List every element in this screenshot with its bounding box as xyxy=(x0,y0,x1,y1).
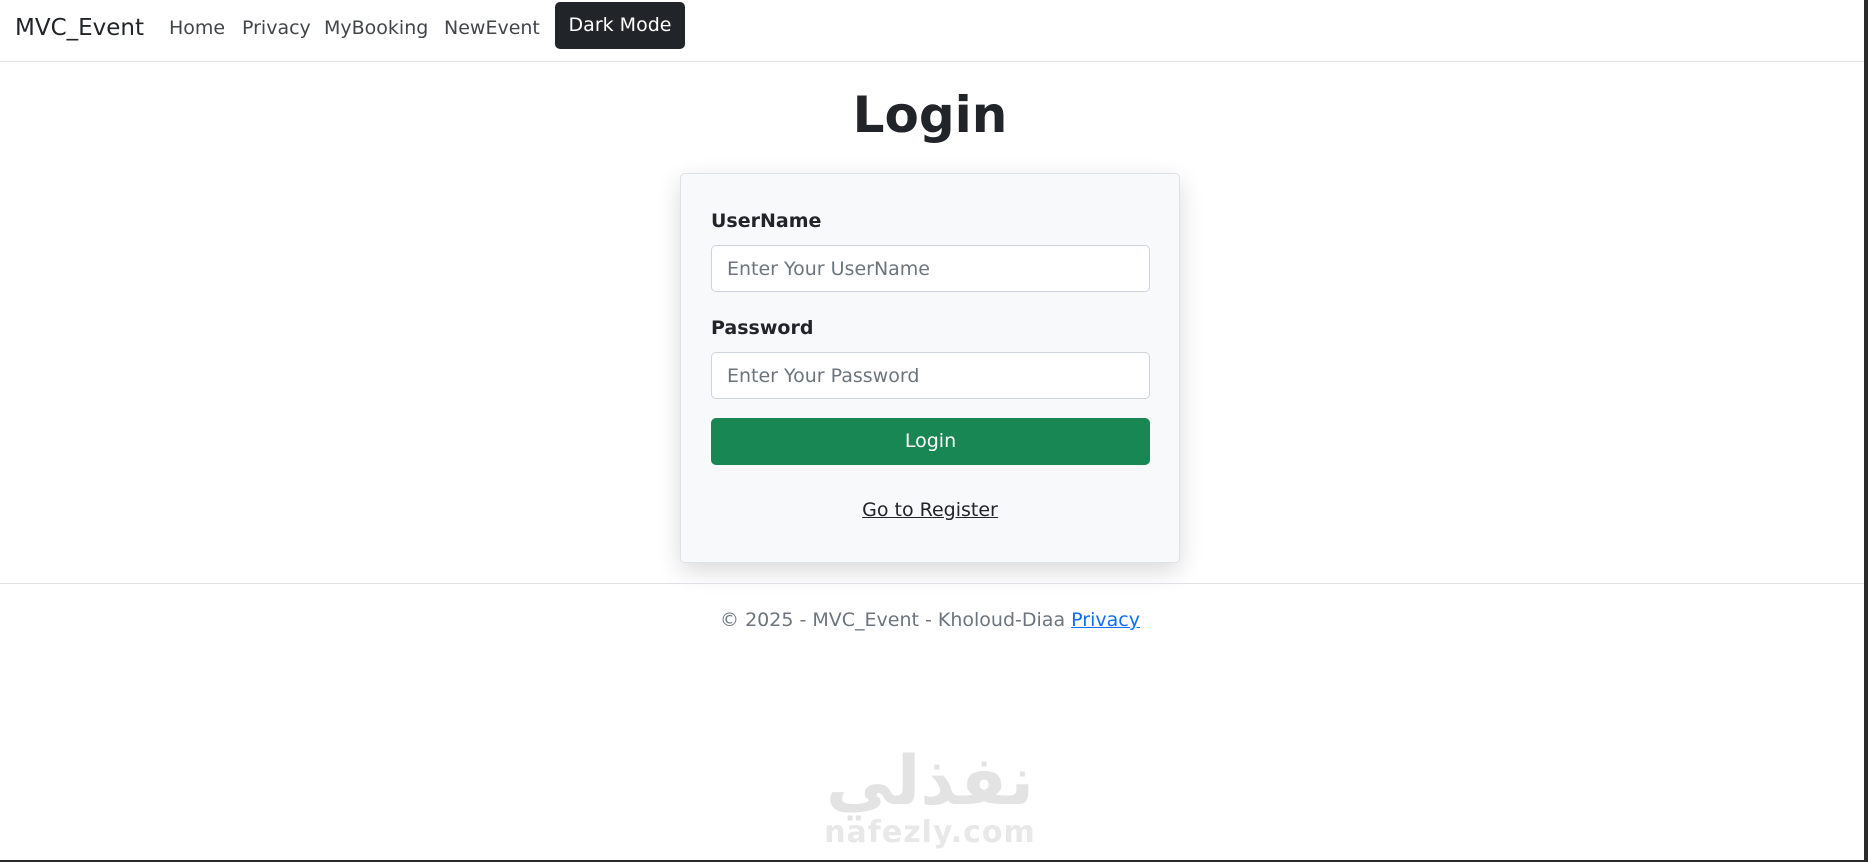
top-navbar: MVC_Event Home Privacy MyBooking NewEven… xyxy=(0,0,1864,62)
page-footer: © 2025 - MVC_Event - Kholoud-Diaa Privac… xyxy=(0,583,1864,643)
footer-text-line: © 2025 - MVC_Event - Kholoud-Diaa Privac… xyxy=(0,607,1860,633)
username-label: UserName xyxy=(711,210,822,232)
login-card: UserName Password Login Go to Register xyxy=(680,173,1180,563)
password-label: Password xyxy=(711,317,814,339)
nav-link-privacy[interactable]: Privacy xyxy=(242,15,311,41)
dark-mode-button[interactable]: Dark Mode xyxy=(555,2,685,49)
browser-viewport: MVC_Event Home Privacy MyBooking NewEven… xyxy=(0,0,1864,860)
nav-link-newevent[interactable]: NewEvent xyxy=(444,15,540,41)
nav-link-mybooking[interactable]: MyBooking xyxy=(324,15,428,41)
watermark-latin-text: nafezly.com xyxy=(824,815,1036,850)
username-input[interactable] xyxy=(711,245,1150,292)
footer-copyright: © 2025 - MVC_Event - Kholoud-Diaa xyxy=(720,609,1066,631)
login-button[interactable]: Login xyxy=(711,418,1150,465)
password-input[interactable] xyxy=(711,352,1150,399)
page-title: Login xyxy=(852,86,1008,144)
window-edge-right xyxy=(1864,0,1868,862)
watermark-arabic-text: نفذلي xyxy=(825,742,1035,821)
brand-link[interactable]: MVC_Event xyxy=(15,13,144,43)
footer-privacy-link[interactable]: Privacy xyxy=(1071,609,1140,631)
go-to-register-link[interactable]: Go to Register xyxy=(681,497,1179,523)
nafezly-watermark: نفذلي nafezly.com xyxy=(790,740,1070,860)
nav-link-home[interactable]: Home xyxy=(169,15,225,41)
